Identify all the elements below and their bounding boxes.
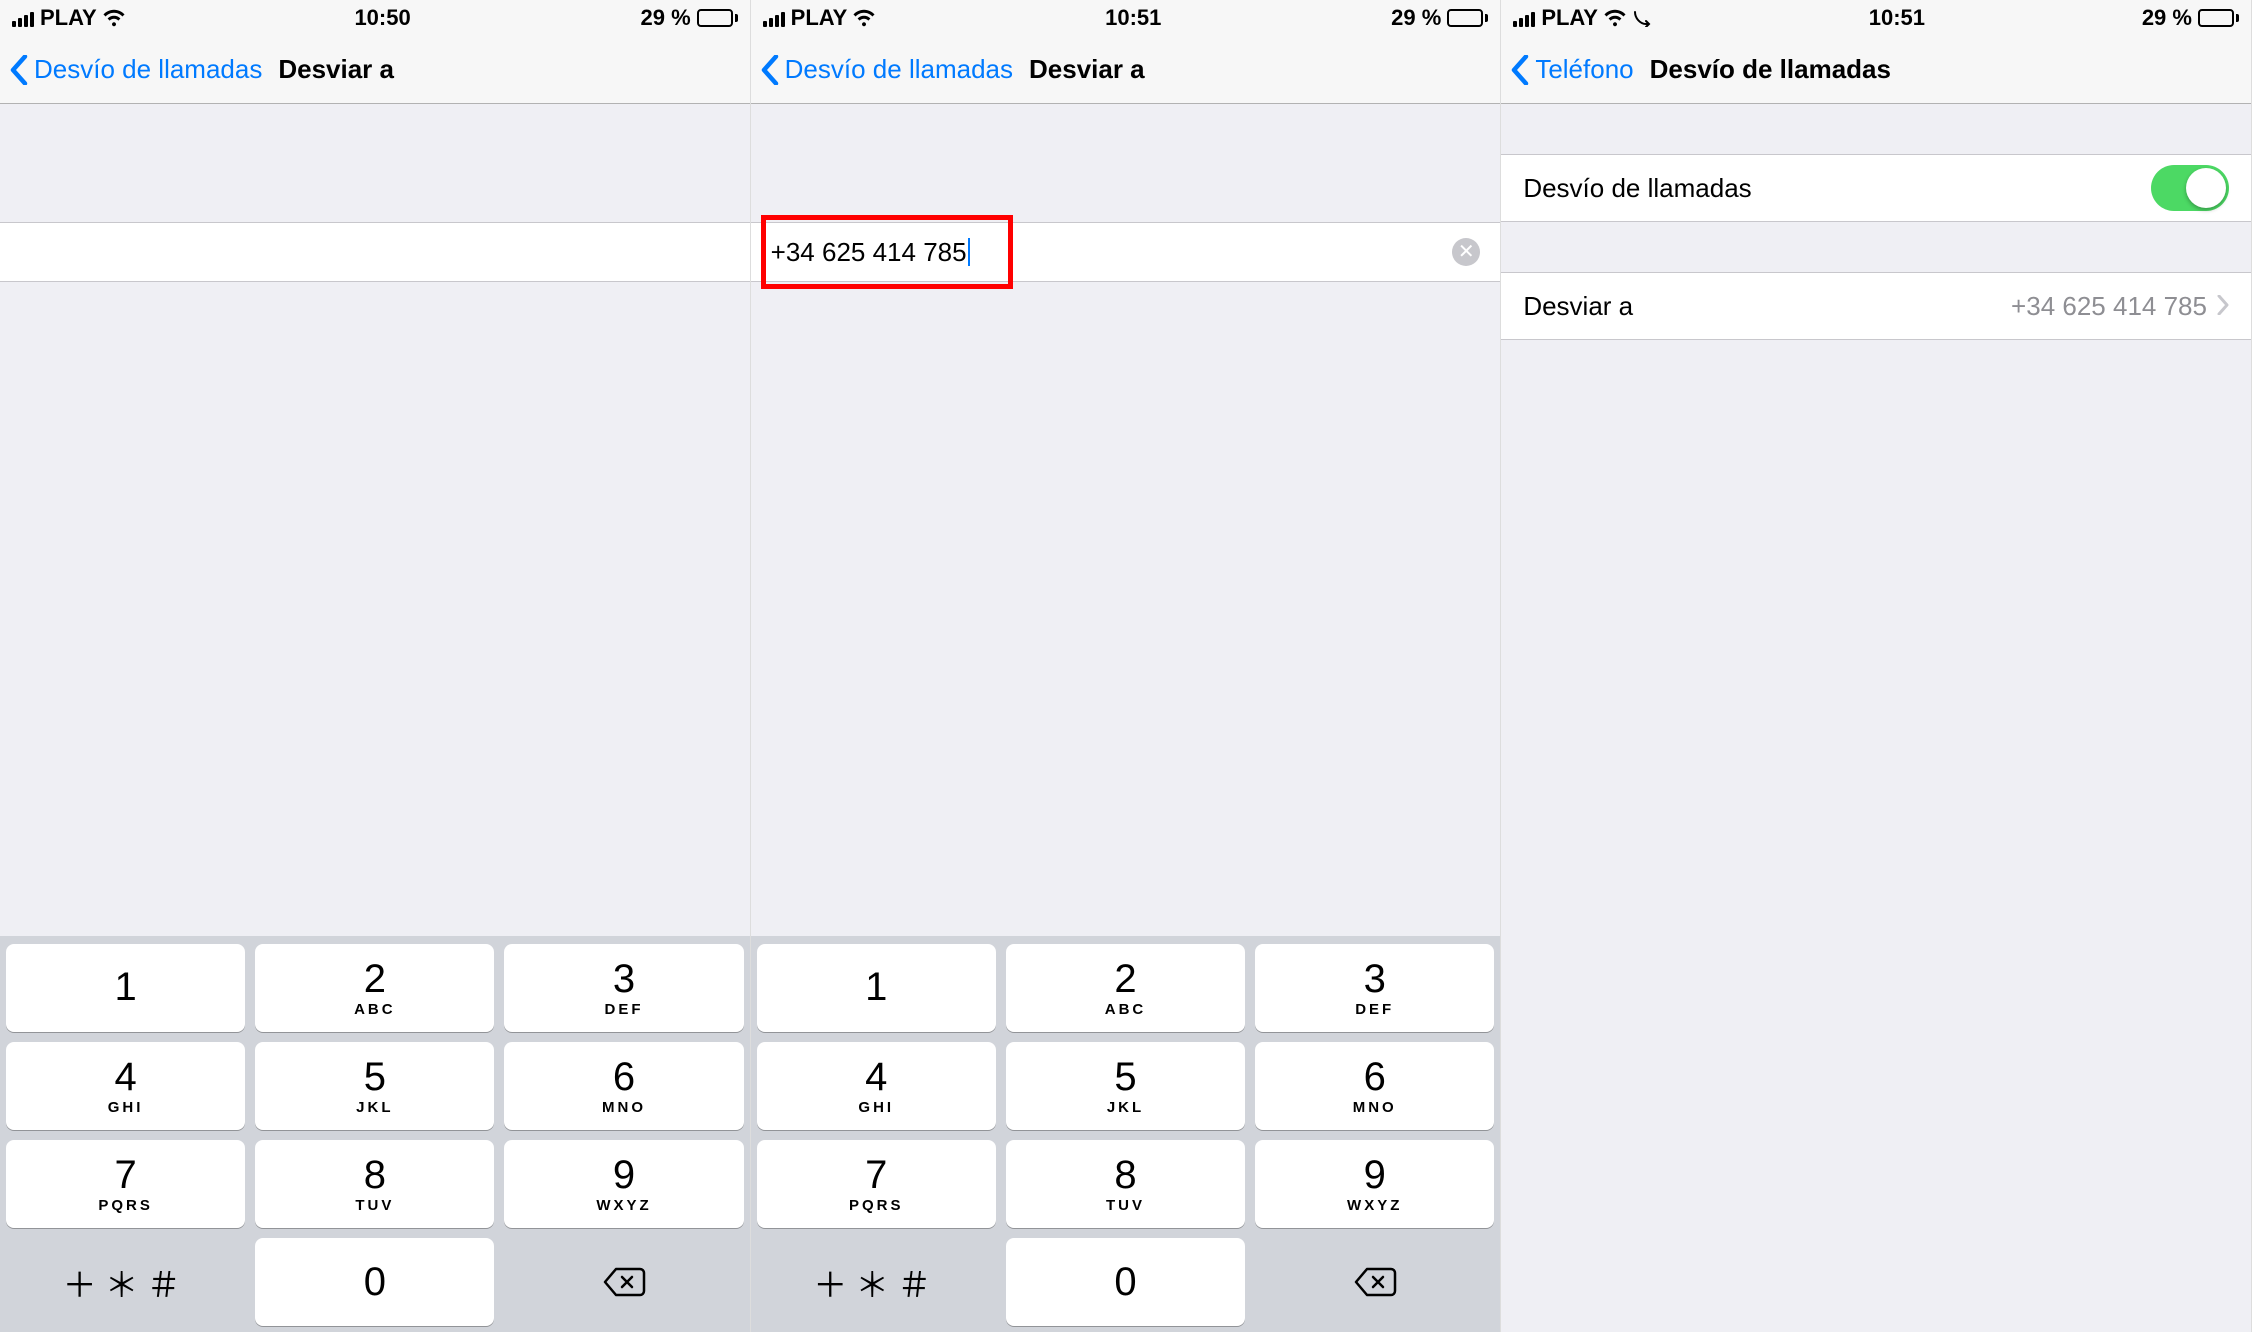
- phone-input-row[interactable]: +34 625 414 785 ✕: [751, 222, 1501, 282]
- status-time: 10:51: [1105, 5, 1161, 31]
- nav-title: Desviar a: [1029, 54, 1145, 85]
- forward-to-cell[interactable]: Desviar a +34 625 414 785: [1501, 272, 2251, 340]
- phone-input-row[interactable]: [0, 222, 750, 282]
- key-1[interactable]: 1: [6, 944, 245, 1032]
- nav-title: Desvío de llamadas: [1650, 54, 1891, 85]
- screen-2: PLAY 10:51 29 % Desvío de llamadas Desvi…: [751, 0, 1502, 1332]
- screen-1: PLAY 10:50 29 % Desvío de llamadas Desvi…: [0, 0, 751, 1332]
- text-caret: [968, 238, 970, 266]
- key-2[interactable]: 2ABC: [1006, 944, 1245, 1032]
- signal-icon: [763, 9, 785, 27]
- back-chevron-icon[interactable]: [761, 55, 779, 85]
- back-chevron-icon[interactable]: [1511, 55, 1529, 85]
- key-9[interactable]: 9WXYZ: [504, 1140, 743, 1228]
- key-8[interactable]: 8TUV: [1006, 1140, 1245, 1228]
- key-delete[interactable]: [1255, 1238, 1494, 1326]
- carrier-label: PLAY: [40, 5, 97, 31]
- phone-input[interactable]: [20, 237, 730, 268]
- screen-3: PLAY 10:51 29 % Teléfono Desvío de llama…: [1501, 0, 2252, 1332]
- key-7[interactable]: 7PQRS: [6, 1140, 245, 1228]
- key-2[interactable]: 2ABC: [255, 944, 494, 1032]
- key-delete[interactable]: [504, 1238, 743, 1326]
- key-4[interactable]: 4GHI: [6, 1042, 245, 1130]
- back-button[interactable]: Teléfono: [1535, 54, 1633, 85]
- wifi-icon: [1604, 9, 1626, 27]
- key-5[interactable]: 5JKL: [255, 1042, 494, 1130]
- battery-pct: 29 %: [2142, 5, 2192, 31]
- clear-input-icon[interactable]: ✕: [1452, 238, 1480, 266]
- wifi-icon: [853, 9, 875, 27]
- nav-bar: Desvío de llamadas Desviar a: [0, 36, 750, 104]
- key-symbols[interactable]: ＋＊＃: [6, 1238, 245, 1326]
- status-bar: PLAY 10:50 29 %: [0, 0, 750, 36]
- signal-icon: [12, 9, 34, 27]
- forward-to-value: +34 625 414 785: [2011, 291, 2207, 322]
- key-8[interactable]: 8TUV: [255, 1140, 494, 1228]
- wifi-icon: [103, 9, 125, 27]
- numeric-keypad: 1 2ABC 3DEF 4GHI 5JKL 6MNO 7PQRS 8TUV 9W…: [751, 936, 1501, 1332]
- key-symbols[interactable]: ＋＊＃: [757, 1238, 996, 1326]
- status-bar: PLAY 10:51 29 %: [1501, 0, 2251, 36]
- battery-pct: 29 %: [641, 5, 691, 31]
- carrier-label: PLAY: [1541, 5, 1598, 31]
- back-button[interactable]: Desvío de llamadas: [34, 54, 262, 85]
- numeric-keypad: 1 2ABC 3DEF 4GHI 5JKL 6MNO 7PQRS 8TUV 9W…: [0, 936, 750, 1332]
- key-7[interactable]: 7PQRS: [757, 1140, 996, 1228]
- toggle-label: Desvío de llamadas: [1523, 173, 1751, 204]
- key-5[interactable]: 5JKL: [1006, 1042, 1245, 1130]
- signal-icon: [1513, 9, 1535, 27]
- nav-bar: Desvío de llamadas Desviar a: [751, 36, 1501, 104]
- status-time: 10:50: [354, 5, 410, 31]
- battery-icon: [2198, 9, 2239, 27]
- battery-pct: 29 %: [1391, 5, 1441, 31]
- chevron-right-icon: [2217, 291, 2229, 322]
- key-0[interactable]: 0: [1006, 1238, 1245, 1326]
- key-4[interactable]: 4GHI: [757, 1042, 996, 1130]
- key-9[interactable]: 9WXYZ: [1255, 1140, 1494, 1228]
- key-1[interactable]: 1: [757, 944, 996, 1032]
- battery-icon: [1447, 9, 1488, 27]
- carrier-label: PLAY: [791, 5, 848, 31]
- forward-to-label: Desviar a: [1523, 291, 1633, 322]
- status-bar: PLAY 10:51 29 %: [751, 0, 1501, 36]
- phone-input-value[interactable]: +34 625 414 785: [771, 237, 967, 268]
- key-3[interactable]: 3DEF: [504, 944, 743, 1032]
- status-time: 10:51: [1869, 5, 1925, 31]
- key-0[interactable]: 0: [255, 1238, 494, 1326]
- battery-icon: [697, 9, 738, 27]
- key-6[interactable]: 6MNO: [1255, 1042, 1494, 1130]
- back-button[interactable]: Desvío de llamadas: [785, 54, 1013, 85]
- back-chevron-icon[interactable]: [10, 55, 28, 85]
- key-3[interactable]: 3DEF: [1255, 944, 1494, 1032]
- toggle-switch[interactable]: [2151, 165, 2229, 211]
- nav-title: Desviar a: [278, 54, 394, 85]
- call-forwarding-toggle-cell[interactable]: Desvío de llamadas: [1501, 154, 2251, 222]
- key-6[interactable]: 6MNO: [504, 1042, 743, 1130]
- nav-bar: Teléfono Desvío de llamadas: [1501, 36, 2251, 104]
- call-forward-icon: [1632, 9, 1652, 27]
